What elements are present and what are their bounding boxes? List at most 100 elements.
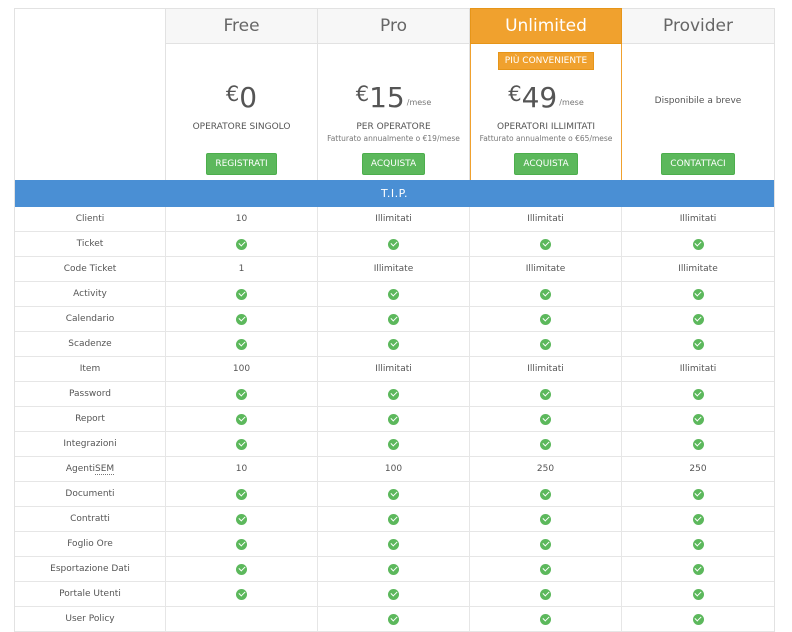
currency-symbol: € (508, 82, 522, 106)
check-circle-icon (540, 438, 551, 450)
check-circle-icon (388, 238, 399, 250)
contact-button[interactable]: CONTATTACI (661, 153, 735, 175)
price-period: /mese (559, 98, 584, 107)
check-circle-icon (540, 613, 551, 625)
check-circle-icon (388, 388, 399, 400)
check-circle-icon (388, 538, 399, 550)
check-circle-icon (540, 588, 551, 600)
check-circle-icon (236, 413, 247, 425)
price-amount: 15 (369, 81, 405, 114)
feature-value: Illimitate (678, 264, 718, 274)
feature-label: Ticket (15, 232, 166, 256)
register-button[interactable]: REGISTRATI (206, 153, 277, 175)
feature-row: Calendario (15, 307, 774, 332)
feature-value (318, 307, 470, 331)
check-circle-icon (388, 413, 399, 425)
check-circle-icon (540, 238, 551, 250)
feature-label: Documenti (15, 482, 166, 506)
feature-value: 100 (318, 457, 470, 481)
feature-row: User Policy (15, 607, 774, 632)
best-value-badge: PIÙ CONVENIENTE (497, 52, 595, 70)
price-amount: 49 (521, 81, 558, 114)
feature-label: Activity (15, 282, 166, 306)
section-header: T.I.P. (15, 180, 774, 207)
currency-symbol: € (355, 82, 370, 106)
feature-label: Password (15, 382, 166, 406)
check-circle-icon (692, 613, 704, 625)
plan-card-free: € 0 OPERATORE SINGOLO REGISTRATI (166, 44, 318, 180)
feature-value (470, 432, 622, 456)
feature-label: User Policy (15, 607, 166, 631)
feature-value (318, 582, 470, 606)
plan-description: OPERATORI ILLIMITATI (496, 122, 596, 132)
feature-value (470, 482, 622, 506)
feature-abbr[interactable]: SEM (94, 464, 115, 475)
feature-value (166, 482, 318, 506)
feature-value (622, 482, 774, 506)
check-circle-icon (236, 513, 247, 525)
check-circle-icon (692, 388, 704, 400)
feature-value (166, 607, 318, 631)
feature-value (318, 507, 470, 531)
check-circle-icon (692, 438, 704, 450)
feature-row: Item 100 Illimitati Illimitati Illimitati (15, 357, 774, 382)
feature-value (318, 482, 470, 506)
check-circle-icon (540, 338, 551, 350)
feature-label: Calendario (15, 307, 166, 331)
check-circle-icon (540, 313, 551, 325)
feature-value (166, 557, 318, 581)
feature-value (166, 332, 318, 356)
feature-value (166, 382, 318, 406)
currency-symbol: € (225, 82, 240, 106)
feature-value (318, 557, 470, 581)
feature-value (622, 332, 774, 356)
feature-value (166, 232, 318, 256)
feature-value: Illimitati (470, 207, 622, 231)
feature-row: Report (15, 407, 774, 432)
billing-note: Fatturato annualmente o €65/mese (479, 134, 613, 143)
buy-pro-button[interactable]: ACQUISTA (361, 153, 426, 175)
feature-value (622, 432, 774, 456)
feature-value (166, 532, 318, 556)
feature-value (166, 407, 318, 431)
plan-name-pro: Pro (318, 8, 470, 44)
feature-value (622, 607, 774, 631)
feature-row: Agenti SEM 10 100 250 250 (15, 457, 774, 482)
plan-name-unlimited: Unlimited (470, 8, 622, 44)
feature-value (622, 582, 774, 606)
feature-value: 250 (689, 464, 707, 474)
feature-row: Activity (15, 282, 774, 307)
feature-row: Foglio Ore (15, 532, 774, 557)
plan-description: PER OPERATORE (356, 122, 431, 132)
check-circle-icon (388, 438, 399, 450)
feature-label: Esportazione Dati (15, 557, 166, 581)
check-circle-icon (236, 563, 247, 575)
check-circle-icon (540, 563, 551, 575)
feature-value (470, 232, 622, 256)
check-circle-icon (540, 513, 551, 525)
check-circle-icon (236, 238, 247, 250)
check-circle-icon (388, 313, 399, 325)
feature-value (622, 307, 774, 331)
buy-unlimited-button[interactable]: ACQUISTA (514, 153, 578, 175)
feature-value (318, 232, 470, 256)
plan-details-row: € 0 OPERATORE SINGOLO REGISTRATI € 15 /m… (15, 44, 774, 180)
feature-value (622, 382, 774, 406)
feature-value (318, 282, 470, 306)
check-circle-icon (692, 513, 704, 525)
check-circle-icon (692, 588, 704, 600)
feature-value: Illimitati (318, 207, 470, 231)
check-circle-icon (236, 338, 247, 350)
feature-value: Illimitati (679, 364, 717, 374)
feature-label: Report (15, 407, 166, 431)
check-circle-icon (236, 588, 247, 600)
feature-value (318, 607, 470, 631)
feature-value (470, 507, 622, 531)
plan-header-row: Free Pro Unlimited Provider (15, 8, 774, 44)
feature-value (622, 557, 774, 581)
feature-row: Portale Utenti (15, 582, 774, 607)
feature-value: 250 (470, 457, 622, 481)
feature-value (318, 532, 470, 556)
plan-name-free: Free (166, 8, 318, 44)
price-amount: 0 (239, 81, 258, 114)
